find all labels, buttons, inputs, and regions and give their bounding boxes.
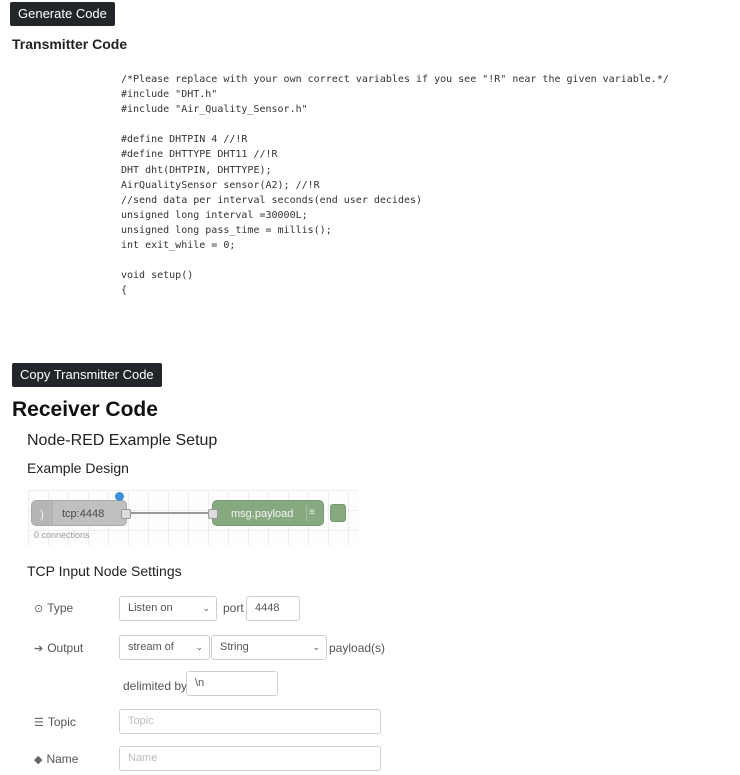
sign-out-icon: ➔ (34, 643, 44, 655)
example-design-heading: Example Design (27, 460, 129, 476)
transmitter-code-block: /*Please replace with your own correct v… (121, 74, 669, 297)
flow-wire (130, 512, 214, 514)
output-label: ➔ Output (34, 641, 84, 655)
list-icon: ≡ (306, 505, 317, 521)
name-input[interactable] (119, 746, 381, 771)
generate-code-button[interactable]: Generate Code (10, 2, 115, 26)
topic-label: ☰ Topic (34, 715, 76, 729)
tasks-icon: ☰ (34, 717, 44, 729)
port-input[interactable]: 4448 (246, 596, 300, 621)
chevron-down-icon: ⌄ (195, 642, 203, 652)
payload-suffix: payload(s) (329, 641, 386, 655)
output-mode-select[interactable]: stream of ⌄ (119, 635, 210, 660)
node-red-setup-heading: Node-RED Example Setup (27, 432, 218, 449)
name-label: ◆ Name (34, 752, 79, 766)
radio-target-icon: ⊙ (34, 603, 44, 615)
port-label: port (223, 601, 244, 615)
connections-status: 0 connections (34, 530, 90, 540)
tag-icon: ◆ (34, 754, 43, 766)
tcp-output-port (121, 509, 131, 519)
transmitter-code-title: Transmitter Code (12, 36, 128, 52)
output-type-select[interactable]: String ⌄ (211, 635, 327, 660)
name-text-input[interactable] (128, 747, 372, 769)
node-red-flow-image: ) tcp:4448 msg.payload ≡ 0 connections (28, 490, 358, 546)
tcp-wave-icon: ) (32, 501, 53, 525)
debug-input-port (208, 509, 218, 519)
chevron-down-icon: ⌄ (202, 603, 210, 613)
chevron-down-icon: ⌄ (312, 642, 320, 652)
delimited-by-label: delimited by (123, 679, 188, 693)
tcp-input-node: ) tcp:4448 (31, 500, 131, 526)
tcp-node-label: tcp:4448 (62, 508, 105, 520)
status-dot-icon (115, 492, 124, 501)
type-label: ⊙ Type (34, 601, 74, 615)
debug-node: msg.payload ≡ (208, 500, 324, 526)
tcp-settings-heading: TCP Input Node Settings (27, 563, 182, 579)
debug-node-label: msg.payload (231, 508, 294, 520)
debug-toggle-button (330, 504, 346, 522)
topic-text-input[interactable] (128, 710, 372, 732)
topic-input[interactable] (119, 709, 381, 734)
delimiter-input[interactable]: \n (186, 671, 278, 696)
type-select[interactable]: Listen on ⌄ (119, 596, 217, 621)
receiver-code-title: Receiver Code (12, 398, 158, 421)
copy-transmitter-code-button[interactable]: Copy Transmitter Code (12, 363, 162, 387)
